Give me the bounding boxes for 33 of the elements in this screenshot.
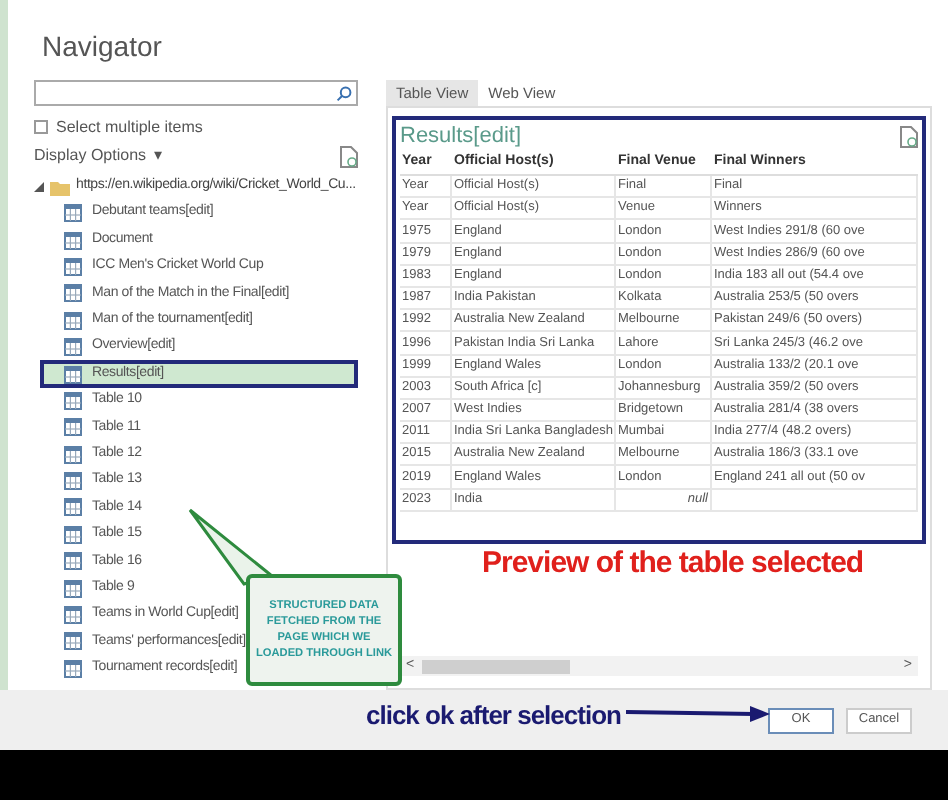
pointer-arrow: [626, 706, 770, 722]
preview-annotation: Preview of the table selected: [482, 544, 864, 584]
table-icon: [64, 498, 82, 517]
document-refresh-icon[interactable]: [340, 145, 358, 167]
table-icon: [64, 606, 82, 625]
expand-toggle-icon[interactable]: [34, 182, 44, 192]
table-icon: [64, 257, 82, 276]
table-icon: [64, 231, 82, 250]
click-annotation: click ok after selection: [366, 698, 621, 734]
scrollbar-thumb[interactable]: [422, 659, 571, 673]
table-icon: [64, 659, 82, 678]
search-icon: [336, 85, 352, 101]
table-icon: [64, 472, 82, 491]
table-icon: [64, 445, 82, 464]
table-icon: [64, 632, 82, 651]
table-icon: [64, 552, 82, 571]
table-icon: [64, 338, 82, 357]
table-icon: [64, 311, 82, 330]
table-icon: [64, 284, 82, 303]
table-icon: [64, 579, 82, 598]
table-icon: [64, 418, 82, 437]
preview-title: Results[edit]: [400, 121, 522, 152]
table-icon: [64, 525, 82, 544]
document-refresh-icon[interactable]: [900, 125, 918, 147]
checkbox[interactable]: [34, 120, 48, 134]
checkbox-label: Select multiple items: [56, 115, 203, 139]
display-options-dropdown[interactable]: Display Options ▾: [34, 144, 163, 168]
search-field[interactable]: [34, 80, 358, 106]
window-title: Navigator: [42, 28, 162, 64]
folder-icon: [50, 179, 70, 195]
table-icon: [64, 365, 82, 384]
table-icon: [64, 204, 82, 223]
table-icon: [64, 391, 82, 410]
